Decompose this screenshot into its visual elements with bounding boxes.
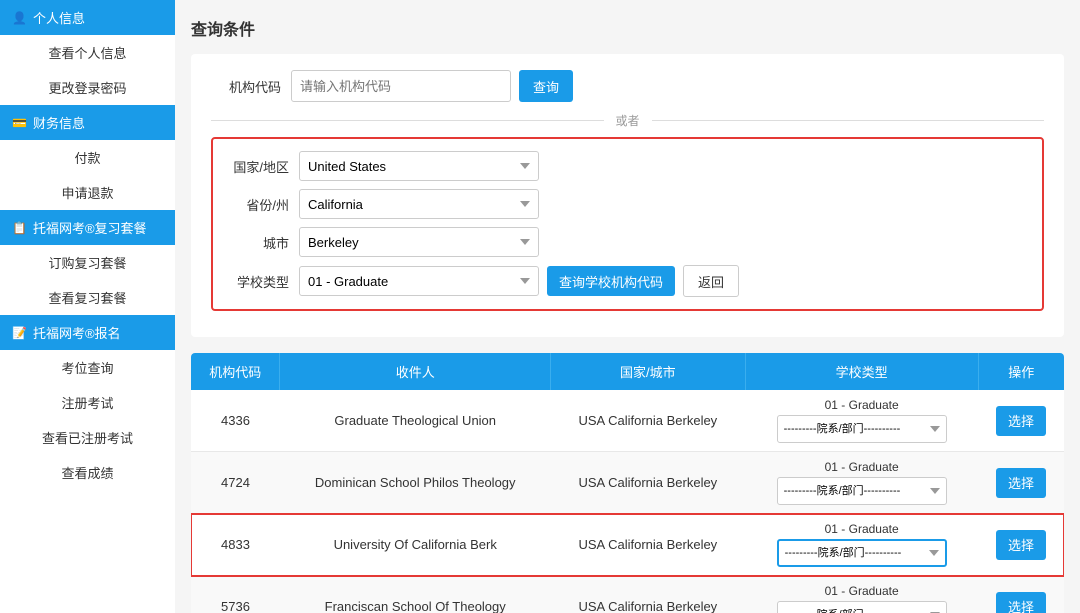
dept-select-0[interactable]: ---------院系/部门---------- [777, 415, 947, 443]
sidebar-item-view-review[interactable]: 查看复习套餐 [0, 280, 175, 315]
code-row: 机构代码 查询 [211, 70, 1044, 102]
code-input[interactable] [291, 70, 511, 102]
cell-location-1: USA California Berkeley [551, 452, 746, 514]
sidebar-section-finance-label: 财务信息 [33, 113, 85, 132]
city-label: 城市 [229, 233, 289, 252]
sidebar-section-finance[interactable]: 💳 财务信息 [0, 105, 175, 140]
select-button-0[interactable]: 选择 [996, 406, 1046, 436]
school-type-value-0: 01 - Graduate [825, 398, 899, 412]
school-type-select[interactable]: 01 - Graduate [299, 266, 539, 296]
select-button-2[interactable]: 选择 [996, 530, 1046, 560]
cell-recipient-2: University Of California Berk [280, 514, 551, 576]
country-label: 国家/地区 [229, 157, 289, 176]
cell-action-3: 选择 [978, 576, 1064, 613]
cell-action-1: 选择 [978, 452, 1064, 514]
cell-action-2: 选择 [978, 514, 1064, 576]
cell-school-type-1: 01 - Graduate ---------院系/部门---------- [745, 452, 978, 514]
province-row: 省份/州 California [229, 189, 1026, 219]
cell-location-3: USA California Berkeley [551, 576, 746, 613]
cell-recipient-0: Graduate Theological Union [280, 390, 551, 452]
sidebar-item-view-registered[interactable]: 查看已注册考试 [0, 420, 175, 455]
search-school-button[interactable]: 查询学校机构代码 [547, 266, 675, 296]
col-code: 机构代码 [191, 353, 280, 390]
back-button[interactable]: 返回 [683, 265, 739, 297]
cell-code-0: 4336 [191, 390, 280, 452]
cell-location-2: USA California Berkeley [551, 514, 746, 576]
filter-box: 国家/地区 United States 省份/州 California 城市 B… [211, 137, 1044, 311]
sidebar-section-personal[interactable]: 👤 个人信息 [0, 0, 175, 35]
finance-icon: 💳 [12, 116, 27, 130]
registration-icon: 📝 [12, 326, 27, 340]
sidebar-section-personal-label: 个人信息 [33, 8, 85, 27]
school-type-value-1: 01 - Graduate [825, 460, 899, 474]
dept-select-1[interactable]: ---------院系/部门---------- [777, 477, 947, 505]
school-type-label: 学校类型 [229, 272, 289, 291]
sidebar-section-review-label: 托福网考®复习套餐 [33, 218, 147, 237]
sidebar-item-payment[interactable]: 付款 [0, 140, 175, 175]
cell-action-0: 选择 [978, 390, 1064, 452]
result-table: 机构代码 收件人 国家/城市 学校类型 操作 4336 Graduate The… [191, 353, 1064, 613]
school-type-row: 学校类型 01 - Graduate 查询学校机构代码 返回 [229, 265, 1026, 297]
sidebar-item-seat-query[interactable]: 考位查询 [0, 350, 175, 385]
personal-icon: 👤 [12, 11, 27, 25]
cell-code-3: 5736 [191, 576, 280, 613]
or-divider: 或者 [211, 112, 1044, 129]
sidebar-section-registration-label: 托福网考®报名 [33, 323, 121, 342]
col-location: 国家/城市 [551, 353, 746, 390]
school-type-value-3: 01 - Graduate [825, 584, 899, 598]
query-button[interactable]: 查询 [519, 70, 573, 102]
cell-school-type-0: 01 - Graduate ---------院系/部门---------- [745, 390, 978, 452]
review-icon: 📋 [12, 221, 27, 235]
select-button-3[interactable]: 选择 [996, 592, 1046, 613]
table-row: 5736 Franciscan School Of Theology USA C… [191, 576, 1064, 613]
sidebar-section-registration[interactable]: 📝 托福网考®报名 [0, 315, 175, 350]
cell-recipient-1: Dominican School Philos Theology [280, 452, 551, 514]
table-row: 4724 Dominican School Philos Theology US… [191, 452, 1064, 514]
main-content: 查询条件 机构代码 查询 或者 国家/地区 United States 省份/州… [175, 0, 1080, 613]
page-title: 查询条件 [191, 16, 1064, 40]
sidebar-item-view-scores[interactable]: 查看成绩 [0, 455, 175, 490]
sidebar-item-refund[interactable]: 申请退款 [0, 175, 175, 210]
city-select[interactable]: Berkeley [299, 227, 539, 257]
dept-select-3[interactable]: ---------院系/部门---------- [777, 601, 947, 613]
col-action: 操作 [978, 353, 1064, 390]
sidebar-item-change-password[interactable]: 更改登录密码 [0, 70, 175, 105]
city-row: 城市 Berkeley [229, 227, 1026, 257]
col-school-type: 学校类型 [745, 353, 978, 390]
cell-code-1: 4724 [191, 452, 280, 514]
sidebar-item-buy-review[interactable]: 订购复习套餐 [0, 245, 175, 280]
school-type-value-2: 01 - Graduate [825, 522, 899, 536]
province-label: 省份/州 [229, 195, 289, 214]
sidebar-item-view-personal[interactable]: 查看个人信息 [0, 35, 175, 70]
sidebar-item-register-exam[interactable]: 注册考试 [0, 385, 175, 420]
dept-select-2[interactable]: ---------院系/部门---------- [777, 539, 947, 567]
table-row: 4833 University Of California Berk USA C… [191, 514, 1064, 576]
sidebar-section-review[interactable]: 📋 托福网考®复习套餐 [0, 210, 175, 245]
code-label: 机构代码 [211, 77, 281, 96]
cell-code-2: 4833 [191, 514, 280, 576]
cell-school-type-3: 01 - Graduate ---------院系/部门---------- [745, 576, 978, 613]
province-select[interactable]: California [299, 189, 539, 219]
sidebar: 👤 个人信息 查看个人信息 更改登录密码 💳 财务信息 付款 申请退款 📋 托福… [0, 0, 175, 613]
cell-location-0: USA California Berkeley [551, 390, 746, 452]
country-row: 国家/地区 United States [229, 151, 1026, 181]
cell-school-type-2: 01 - Graduate ---------院系/部门---------- [745, 514, 978, 576]
cell-recipient-3: Franciscan School Of Theology [280, 576, 551, 613]
table-row: 4336 Graduate Theological Union USA Cali… [191, 390, 1064, 452]
col-recipient: 收件人 [280, 353, 551, 390]
select-button-1[interactable]: 选择 [996, 468, 1046, 498]
query-box: 机构代码 查询 或者 国家/地区 United States 省份/州 Cali… [191, 54, 1064, 337]
country-select[interactable]: United States [299, 151, 539, 181]
